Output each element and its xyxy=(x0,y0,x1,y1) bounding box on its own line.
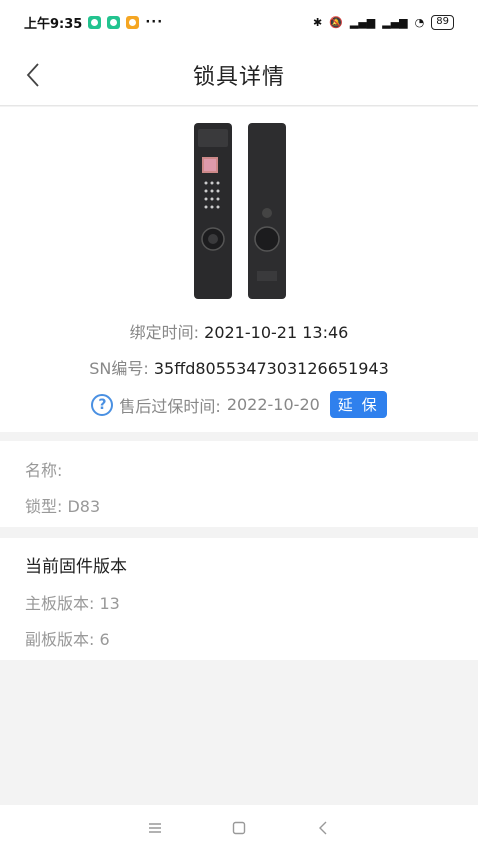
battery-indicator: 89 xyxy=(431,14,454,30)
extend-warranty-button[interactable]: 延 保 xyxy=(329,391,387,418)
back-nav-button[interactable] xyxy=(314,819,332,837)
app-notification-icon xyxy=(88,15,102,29)
wifi-icon: ◔ xyxy=(414,15,425,29)
mute-icon: 🔕 xyxy=(329,15,343,29)
lock-details-card: 名称: 锁型: D83 xyxy=(0,441,478,527)
warranty-row: ? 售后过保时间: 2022-10-20 延 保 xyxy=(0,391,478,418)
name-row: 名称: xyxy=(25,457,62,481)
warranty-date: 2022-10-20 xyxy=(226,395,320,414)
status-left: 上午9:35 ··· xyxy=(24,13,163,32)
name-label: 名称: xyxy=(25,461,63,480)
chevron-left-icon xyxy=(319,821,327,834)
home-icon xyxy=(232,821,246,834)
main-board-row: 主板版本: 13 xyxy=(25,590,120,614)
lock-product-image xyxy=(194,123,286,299)
bind-time-value: 2021-10-21 13:46 xyxy=(204,323,349,342)
status-time: 上午9:35 xyxy=(24,16,83,32)
more-icon: ··· xyxy=(145,14,164,30)
sn-row: SN编号: 35ffd8055347303126651943 xyxy=(0,355,478,379)
firmware-title: 当前固件版本 xyxy=(25,557,127,577)
system-nav-bar xyxy=(0,805,478,850)
warranty-label: 售后过保时间: xyxy=(119,396,221,416)
bluetooth-icon: ✱ xyxy=(312,15,323,29)
sub-board-version: 6 xyxy=(99,630,110,649)
bind-time-label: 绑定时间: xyxy=(129,323,205,342)
back-button[interactable] xyxy=(18,58,48,92)
menu-button[interactable] xyxy=(146,819,164,837)
app-notification-icon xyxy=(107,15,121,29)
lock-type-row: 锁型: D83 xyxy=(25,493,100,517)
sub-board-label: 副板版本: xyxy=(25,630,100,649)
lock-type-label: 锁型: xyxy=(25,497,68,516)
sn-label: SN编号: xyxy=(89,359,154,378)
page-title: 锁具详情 xyxy=(192,64,285,90)
signal-icon: ▂▄▆ xyxy=(349,15,376,29)
bind-time-row: 绑定时间: 2021-10-21 13:46 xyxy=(0,319,478,343)
firmware-card: 当前固件版本 主板版本: 13 副板版本: 6 xyxy=(0,538,478,660)
device-card: 绑定时间: 2021-10-21 13:46 SN编号: 35ffd805534… xyxy=(0,107,478,432)
help-icon[interactable]: ? xyxy=(91,393,114,416)
lock-type-value: D83 xyxy=(67,497,101,516)
menu-icon xyxy=(149,822,161,833)
chevron-left-icon xyxy=(26,63,39,87)
status-right: ✱ 🔕 ▂▄▆ ▂▄▆ ◔ 89 xyxy=(312,14,454,30)
header: 锁具详情 xyxy=(0,44,478,106)
main-board-version: 13 xyxy=(99,594,120,613)
signal-icon: ▂▄▆ xyxy=(382,15,408,29)
message-notification-icon xyxy=(126,15,140,29)
sn-value: 35ffd8055347303126651943 xyxy=(153,359,389,378)
home-button[interactable] xyxy=(230,819,248,837)
sub-board-row: 副板版本: 6 xyxy=(25,626,110,650)
status-bar: 上午9:35 ··· ✱ 🔕 ▂▄▆ ▂▄▆ ◔ 89 xyxy=(0,0,478,44)
main-board-label: 主板版本: xyxy=(25,594,100,613)
